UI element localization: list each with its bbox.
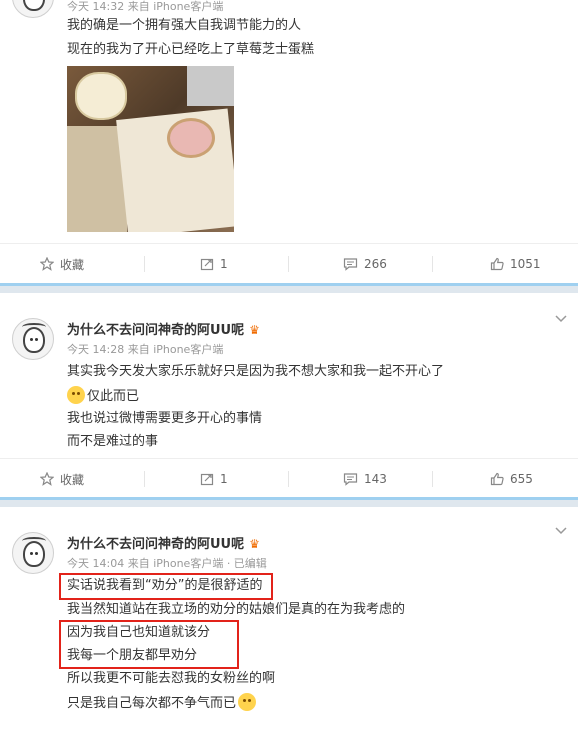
- share-icon: [200, 473, 214, 486]
- avatar[interactable]: [12, 532, 54, 574]
- like-count: 655: [510, 472, 533, 486]
- favorite-label: 收藏: [60, 257, 85, 272]
- post-text-line: 而不是难过的事: [67, 434, 159, 449]
- post-text-line: 我的确是一个拥有强大自我调节能力的人: [67, 18, 302, 33]
- comment-icon: [343, 473, 358, 486]
- comment-button[interactable]: 143: [343, 459, 387, 499]
- comment-count: 266: [364, 257, 387, 271]
- favorite-button[interactable]: 收藏: [40, 244, 84, 284]
- like-button[interactable]: 655: [490, 459, 533, 499]
- post-meta: 今天 14:28 来自 iPhone客户端: [67, 343, 224, 356]
- vip-badge-icon: ♛: [249, 537, 260, 551]
- thumbs-up-icon: [490, 472, 504, 486]
- vip-badge-icon: ♛: [249, 323, 260, 337]
- star-icon: [40, 472, 54, 486]
- comment-count: 143: [364, 472, 387, 486]
- post-text-line: 因为我自己也知道就该分: [67, 625, 211, 640]
- smile-emoji-icon: [238, 693, 257, 711]
- favorite-button[interactable]: 收藏: [40, 459, 84, 499]
- avatar[interactable]: [12, 318, 54, 360]
- smile-emoji-icon: [67, 386, 85, 404]
- post-divider: [0, 497, 578, 507]
- post-1: 今天 14:32 来自 iPhone客户端 我的确是一个拥有强大自我调节能力的人…: [0, 0, 578, 283]
- post-divider: [0, 283, 578, 293]
- chevron-down-icon[interactable]: [554, 311, 568, 325]
- author-name-text: 为什么不去问问神奇的阿UU呢: [67, 323, 245, 338]
- author-name[interactable]: 为什么不去问问神奇的阿UU呢 ♛: [67, 533, 260, 552]
- post-text-line: 现在的我为了开心已经吃上了草莓芝士蛋糕: [67, 42, 315, 57]
- post-text-line: 我也说过微博需要更多开心的事情: [67, 411, 263, 426]
- post-3: 为什么不去问问神奇的阿UU呢 ♛ 今天 14:04 来自 iPhone客户端 · …: [0, 507, 578, 729]
- repost-button[interactable]: 1: [200, 244, 228, 284]
- thumbs-up-icon: [490, 257, 504, 271]
- favorite-label: 收藏: [60, 472, 85, 487]
- post-text-line: 实话说我看到“劝分”的是很舒适的: [67, 578, 263, 593]
- post-text-line: 我每一个朋友都早劝分: [67, 648, 198, 663]
- chevron-down-icon[interactable]: [554, 523, 568, 537]
- post-meta: 今天 14:32 来自 iPhone客户端: [67, 0, 224, 13]
- repost-count: 1: [220, 257, 228, 271]
- post-photo[interactable]: [67, 66, 234, 232]
- like-button[interactable]: 1051: [490, 244, 541, 284]
- like-count: 1051: [510, 257, 541, 271]
- star-icon: [40, 257, 54, 271]
- action-bar: 收藏 1 143 655: [0, 458, 578, 498]
- repost-button[interactable]: 1: [200, 459, 228, 499]
- post-text-line: 所以我更不可能去怼我的女粉丝的啊: [67, 671, 276, 686]
- post-2: 为什么不去问问神奇的阿UU呢 ♛ 今天 14:28 来自 iPhone客户端 其实…: [0, 293, 578, 498]
- comment-button[interactable]: 266: [343, 244, 387, 284]
- comment-icon: [343, 258, 358, 271]
- author-name-text: 为什么不去问问神奇的阿UU呢: [67, 537, 245, 552]
- share-icon: [200, 258, 214, 271]
- post-text-line: 仅此而已: [67, 386, 139, 406]
- post-meta: 今天 14:04 来自 iPhone客户端 · 已编辑: [67, 557, 267, 570]
- avatar[interactable]: [12, 0, 54, 18]
- repost-count: 1: [220, 472, 228, 486]
- author-name[interactable]: 为什么不去问问神奇的阿UU呢 ♛: [67, 319, 260, 338]
- post-text-line: 我当然知道站在我立场的劝分的姑娘们是真的在为我考虑的: [67, 602, 406, 617]
- action-bar: 收藏 1 266 1051: [0, 243, 578, 283]
- post-text-line: 其实我今天发大家乐乐就好只是因为我不想大家和我一起不开心了: [67, 364, 445, 379]
- post-text-line: 只是我自己每次都不争气而已: [67, 693, 258, 713]
